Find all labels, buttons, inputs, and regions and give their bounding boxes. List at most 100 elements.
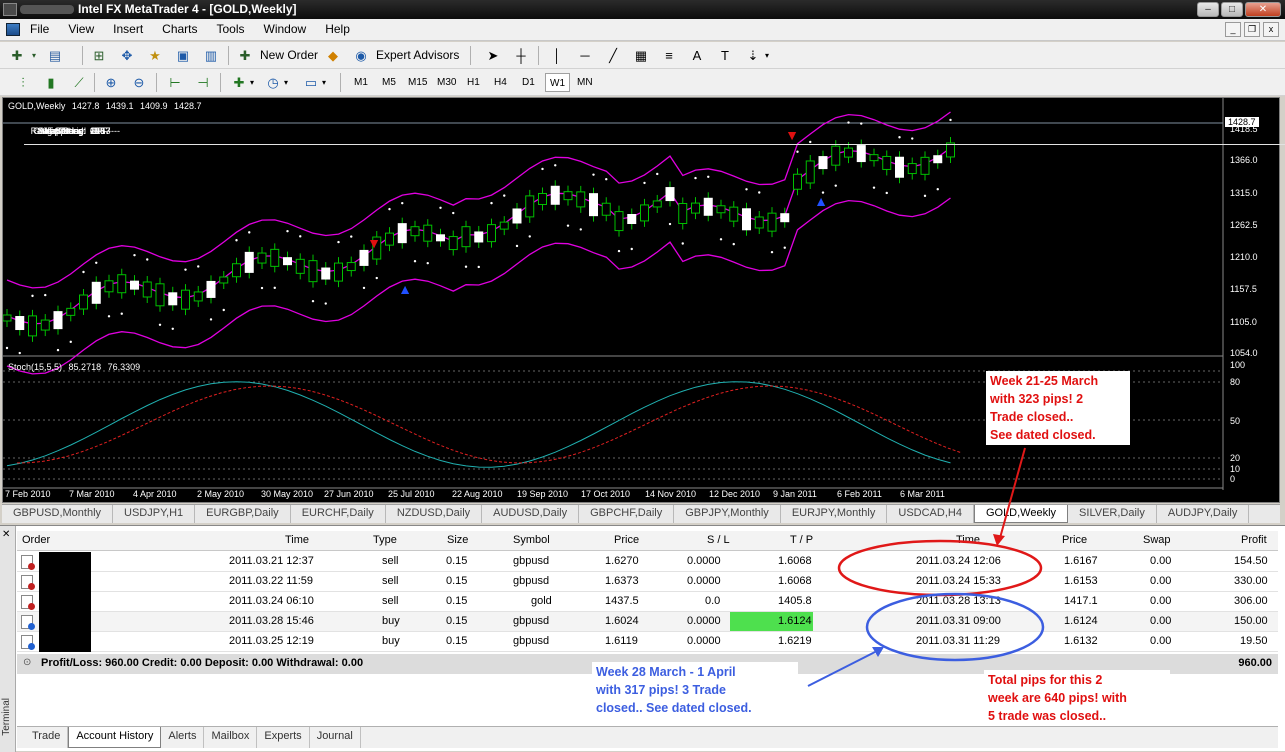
chart-tab[interactable]: EURGBP,Daily (195, 505, 291, 523)
chevron-down-icon[interactable]: ▾ (30, 47, 38, 64)
navigator-icon[interactable]: ★ (146, 47, 164, 64)
table-row[interactable]: 2011.03.21 12:37 sell 0.15 gbpusd 1.6270… (17, 552, 1278, 572)
chart-tab-active[interactable]: GOLD,Weekly (973, 505, 1069, 523)
chart-tab[interactable]: GBPCHF,Daily (579, 505, 675, 523)
col-symbol[interactable]: Symbol (513, 534, 550, 546)
trendline-icon[interactable]: ╱ (604, 47, 622, 64)
maximize-button[interactable]: □ (1221, 2, 1243, 17)
expert-advisors-button[interactable]: Expert Advisors (376, 48, 459, 62)
col-price[interactable]: Price (614, 534, 639, 546)
chart-tab[interactable]: SILVER,Daily (1068, 505, 1157, 523)
col-close-price[interactable]: Price (1062, 534, 1087, 546)
chart-tab[interactable]: USDCAD,H4 (887, 505, 974, 523)
candlesticks-icon[interactable]: ▮ (42, 74, 60, 91)
tab-mailbox[interactable]: Mailbox (204, 727, 258, 748)
terminal-icon[interactable]: ▣ (174, 47, 192, 64)
vertical-line-icon[interactable]: │ (548, 47, 566, 64)
tab-experts[interactable]: Experts (257, 727, 310, 748)
col-time[interactable]: Time (285, 534, 309, 546)
chart-shift-icon[interactable]: ⊣ (194, 74, 212, 91)
equidistant-channel-icon[interactable]: ▦ (632, 47, 650, 64)
timeframe-mn[interactable]: MN (573, 73, 597, 92)
horizontal-line-icon[interactable]: ─ (576, 47, 594, 64)
timeframe-h4[interactable]: H4 (490, 73, 511, 92)
timeframe-m30[interactable]: M30 (433, 73, 460, 92)
zoom-out-icon[interactable]: ⊖ (130, 74, 148, 91)
tab-trade[interactable]: Trade (25, 727, 69, 748)
metaeditor-icon[interactable]: ◆ (324, 47, 342, 64)
timeframe-h1[interactable]: H1 (463, 73, 484, 92)
expert-advisors-icon[interactable]: ◉ (352, 47, 370, 64)
text-icon[interactable]: A (688, 47, 706, 64)
menu-insert[interactable]: Insert (113, 22, 153, 36)
zoom-in-icon[interactable]: ⊕ (102, 74, 120, 91)
auto-scroll-icon[interactable]: ⊢ (166, 74, 184, 91)
timeframe-m1[interactable]: M1 (350, 73, 372, 92)
col-order[interactable]: Order (22, 534, 50, 546)
tab-account-history[interactable]: Account History (68, 727, 162, 748)
col-type[interactable]: Type (373, 534, 397, 546)
new-chart-icon[interactable]: ✚ (8, 47, 26, 64)
indicators-icon[interactable]: ✚ (230, 74, 248, 91)
timeframe-m5[interactable]: M5 (378, 73, 400, 92)
chart-tab[interactable]: AUDJPY,Daily (1157, 505, 1250, 523)
chevron-down-icon[interactable]: ▾ (762, 47, 772, 64)
fibonacci-icon[interactable]: ≡ (660, 47, 678, 64)
menu-view[interactable]: View (68, 22, 104, 36)
chart-tab[interactable]: GBPUSD,Monthly (2, 505, 114, 523)
col-sl[interactable]: S / L (707, 534, 730, 546)
chevron-down-icon[interactable]: ▾ (320, 74, 328, 91)
chart-tab[interactable]: EURCHF,Daily (291, 505, 386, 523)
timeframe-w1[interactable]: W1 (545, 73, 570, 92)
menu-file[interactable]: File (30, 22, 59, 36)
chart-tab[interactable]: EURJPY,Monthly (781, 505, 888, 523)
menu-tools[interactable]: Tools (217, 22, 255, 36)
child-minimize-button[interactable]: _ (1225, 22, 1241, 37)
tab-alerts[interactable]: Alerts (161, 727, 205, 748)
bar-chart-icon[interactable]: ⫶ (14, 74, 32, 91)
col-tp[interactable]: T / P (790, 534, 813, 546)
table-row[interactable]: 2011.03.25 12:19 buy 0.15 gbpusd 1.6119 … (17, 632, 1278, 652)
new-order-icon[interactable]: ✚ (236, 47, 254, 64)
crosshair-icon[interactable]: ┼ (512, 47, 530, 64)
chevron-down-icon[interactable]: ▾ (248, 74, 256, 91)
col-close-time[interactable]: Time (956, 534, 980, 546)
templates-icon[interactable]: ▭ (302, 74, 320, 91)
strategy-tester-icon[interactable]: ▥ (202, 47, 220, 64)
data-window-icon[interactable]: ✥ (118, 47, 136, 64)
terminal-tabs: Trade Account History Alerts Mailbox Exp… (17, 726, 1278, 748)
menu-charts[interactable]: Charts (162, 22, 207, 36)
menu-help[interactable]: Help (325, 22, 360, 36)
profiles-icon[interactable]: ▤ (46, 47, 64, 64)
price-axis[interactable]: 1428.7 1418.5 1366.0 1315.0 1262.5 1210.… (1224, 98, 1279, 490)
table-row[interactable]: 2011.03.22 11:59 sell 0.15 gbpusd 1.6373… (17, 572, 1278, 592)
child-close-button[interactable]: x (1263, 22, 1279, 37)
market-watch-icon[interactable]: ⊞ (90, 47, 108, 64)
line-chart-icon[interactable]: ⟋ (70, 74, 88, 91)
col-size[interactable]: Size (447, 534, 468, 546)
col-profit[interactable]: Profit (1241, 534, 1267, 546)
close-icon[interactable]: ✕ (2, 529, 10, 540)
swap: 0.00 (1150, 615, 1172, 627)
cursor-icon[interactable]: ➤ (484, 47, 502, 64)
timeframe-d1[interactable]: D1 (518, 73, 539, 92)
chart-tab[interactable]: USDJPY,H1 (113, 505, 196, 523)
chart-tab[interactable]: NZDUSD,Daily (386, 505, 483, 523)
table-row[interactable]: 2011.03.28 15:46 buy 0.15 gbpusd 1.6024 … (17, 612, 1278, 632)
close-button[interactable]: ✕ (1245, 2, 1281, 17)
chart-tab[interactable]: GBPJPY,Monthly (674, 505, 781, 523)
menu-window[interactable]: Window (264, 22, 317, 36)
chart-tab[interactable]: AUDUSD,Daily (482, 505, 580, 523)
table-row[interactable]: 2011.03.24 06:10 sell 0.15 gold 1437.5 0… (17, 592, 1278, 612)
minimize-button[interactable]: – (1197, 2, 1219, 17)
periods-icon[interactable]: ◷ (264, 74, 282, 91)
timeframe-m15[interactable]: M15 (404, 73, 431, 92)
col-swap[interactable]: Swap (1143, 534, 1171, 546)
arrows-icon[interactable]: ⇣ (744, 47, 762, 64)
child-restore-button[interactable]: ❐ (1244, 22, 1260, 37)
new-order-button[interactable]: New Order (260, 48, 318, 62)
tab-journal[interactable]: Journal (310, 727, 361, 748)
text-label-icon[interactable]: T (716, 47, 734, 64)
chevron-down-icon[interactable]: ▾ (282, 74, 290, 91)
chart-window-icon[interactable] (6, 23, 20, 36)
